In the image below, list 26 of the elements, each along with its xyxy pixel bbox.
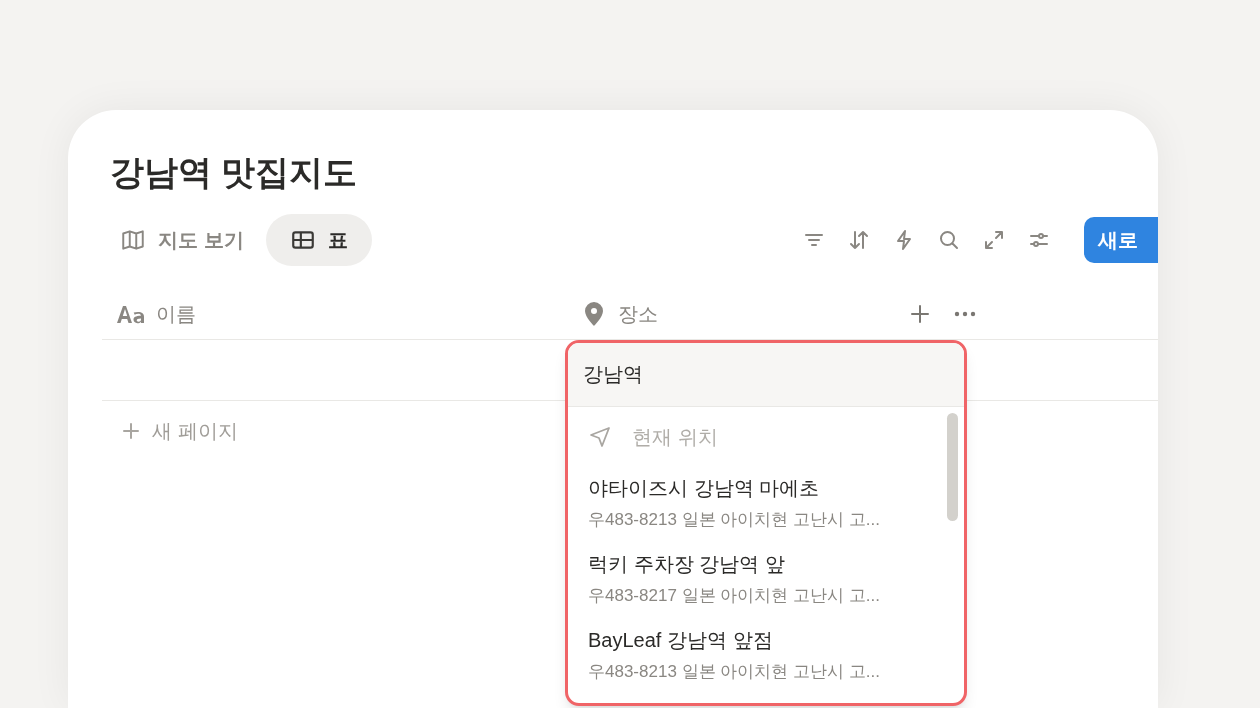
column-header[interactable]: 장소 — [618, 298, 658, 329]
text-type-icon — [116, 303, 146, 324]
add-column-icon[interactable] — [910, 303, 930, 324]
navigation-arrow-icon — [588, 425, 612, 449]
result-name[interactable]: 야타이즈시 강남역 마에초 — [588, 473, 964, 504]
scrollbar-thumb[interactable] — [947, 413, 958, 521]
result-address: 우483-8213 일본 아이치현 고난시 고... — [588, 509, 881, 532]
new-page-link[interactable]: 새 페이지 — [152, 416, 238, 446]
search-icon[interactable] — [937, 228, 961, 252]
result-address: 우483-8213 일본 아이치현 고난시 고... — [588, 661, 881, 684]
map-icon — [120, 227, 146, 253]
location-pin-icon — [584, 300, 604, 327]
new-button[interactable]: 새로 — [1084, 217, 1158, 263]
expand-icon[interactable] — [982, 228, 1006, 252]
current-location-option[interactable]: 현재 위치 — [632, 422, 718, 452]
view-tab[interactable]: 지도 보기 — [110, 214, 254, 266]
view-tab[interactable]: 표 — [265, 214, 372, 266]
plus-icon[interactable] — [122, 422, 140, 440]
result-address: 우483-8217 일본 아이치현 고난시 고... — [588, 585, 881, 608]
column-header[interactable]: 이름 — [156, 298, 196, 329]
result-name[interactable]: 럭키 주차장 강남역 앞 — [588, 549, 964, 580]
sort-icon[interactable] — [847, 228, 871, 252]
more-icon[interactable] — [954, 310, 976, 317]
result-name[interactable]: BayLeaf 강남역 앞점 — [588, 625, 964, 656]
place-search-field[interactable]: 강남역 — [568, 343, 964, 407]
page-title: 강남역 맛집지도 — [110, 152, 359, 193]
